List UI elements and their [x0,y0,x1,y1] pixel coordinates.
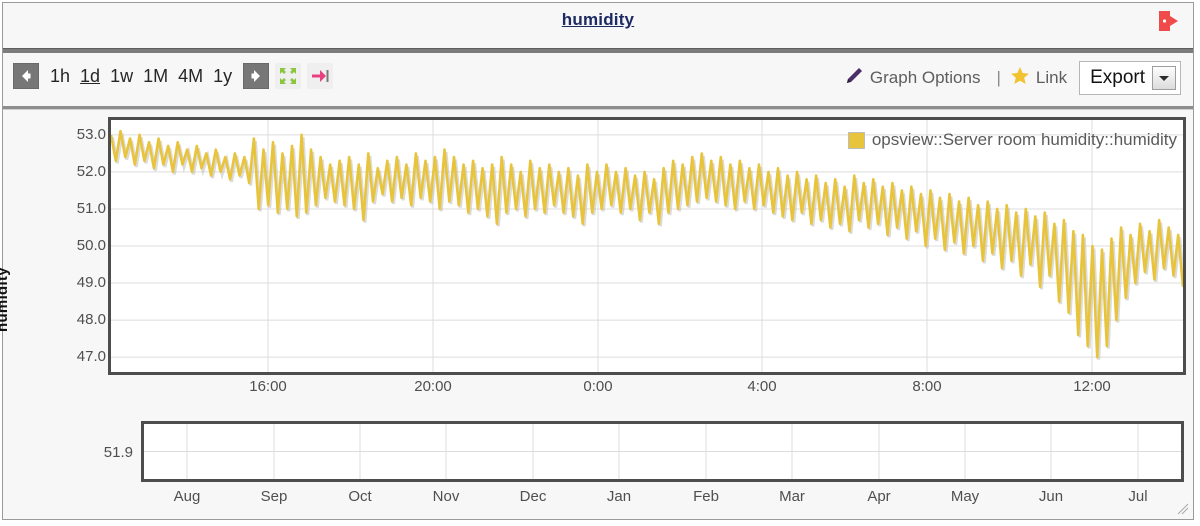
star-icon [1009,65,1031,92]
main-chart: humidity opsview::Server room humidity::… [0,110,1193,405]
fullscreen-expand-icon[interactable] [275,63,302,89]
range-1h[interactable]: 1h [45,66,75,87]
page-title: humidity [561,10,635,29]
x-tick-label: 8:00 [912,378,942,395]
overview-chart: 51.9 Aug Sep Oct Nov Dec Jan Feb Mar Apr May Jun Ju… [3,411,1193,517]
x-tick-label: 4:00 [747,378,777,395]
overview-x-tick-label: Jul [1128,488,1148,505]
overview-plot-area[interactable] [141,421,1184,482]
overview-x-tick-label: Sep [260,488,288,505]
title-bar: humidity [3,3,1193,48]
plot-area[interactable]: opsview::Server room humidity::humidity [108,117,1186,375]
legend-swatch [847,131,865,149]
overview-x-tick-label: Apr [867,488,891,505]
overview-x-tick-label: Aug [173,488,201,505]
x-tick-label: 12:00 [1073,378,1111,395]
y-tick-label: 49.0 [76,274,106,292]
y-tick-label: 51.0 [76,199,106,217]
x-tick-label: 16:00 [249,378,287,395]
link-button[interactable]: Link [1009,65,1067,92]
open-external-icon[interactable] [1157,10,1183,32]
prev-period-button[interactable] [13,63,39,89]
range-1y[interactable]: 1y [208,66,237,87]
overview-x-tick-label: Nov [432,488,460,505]
graph-widget: humidity 1h 1d 1w 1M 4M 1y Graph Options… [0,2,1194,520]
time-range-group: 1h 1d 1w 1M 4M 1y [45,66,237,87]
y-tick-label: 52.0 [76,162,106,180]
export-label: Export [1090,67,1145,88]
x-tick-label: 20:00 [414,378,452,395]
link-label: Link [1035,68,1068,87]
overview-x-tick-label: Mar [779,488,805,505]
series-svg [111,120,1183,372]
y-axis-label: humidity [0,267,11,332]
overview-x-tick-label: May [950,488,980,505]
overview-x-tick-label: Oct [348,488,372,505]
toolbar-separator: | [996,68,1001,87]
range-4M[interactable]: 4M [173,66,208,87]
chevron-down-icon[interactable] [1152,66,1176,90]
range-1M[interactable]: 1M [138,66,173,87]
toolbar: 1h 1d 1w 1M 4M 1y Graph Options | Link E… [3,53,1193,105]
export-button[interactable]: Export [1079,61,1181,95]
x-tick-label: 0:00 [583,378,613,395]
range-1d[interactable]: 1d [75,66,105,87]
overview-x-tick-label: Dec [519,488,547,505]
graph-options-label: Graph Options [869,68,981,87]
jump-to-end-icon[interactable] [307,63,334,89]
overview-x-tick-label: Feb [693,488,719,505]
legend: opsview::Server room humidity::humidity [847,130,1177,150]
next-period-button[interactable] [243,63,270,89]
range-1w[interactable]: 1w [105,66,138,87]
resize-handle-icon[interactable] [1177,502,1189,515]
legend-label: opsview::Server room humidity::humidity [871,130,1177,149]
overview-grid-svg [144,424,1181,479]
y-tick-label: 53.0 [76,125,106,143]
y-tick-label: 50.0 [76,237,106,254]
overview-x-tick-label: Jan [606,488,632,505]
overview-x-tick-label: Jun [1038,488,1064,505]
toolbar-right-group: Graph Options | Link Export [844,61,1181,95]
toolbar-left-group: 1h 1d 1w 1M 4M 1y [13,63,334,89]
pencil-icon [844,66,864,91]
y-tick-label: 47.0 [76,348,106,366]
overview-y-tick: 51.9 [103,444,133,461]
graph-options-button[interactable]: Graph Options [844,66,981,91]
y-tick-label: 48.0 [76,311,106,329]
plot-inner [111,120,1183,372]
